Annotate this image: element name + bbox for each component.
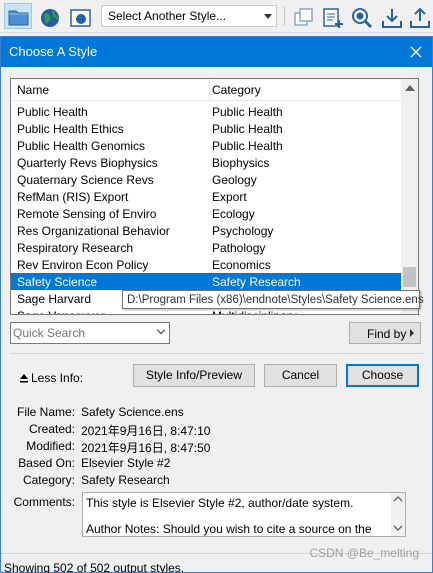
list-item[interactable]: Rev Environ Econ Policy Economics bbox=[11, 256, 402, 273]
style-name: Rev Environ Econ Policy bbox=[17, 258, 149, 272]
file-name-value: Safety Science.ens bbox=[81, 405, 184, 419]
style-name: Quaternary Science Revs bbox=[17, 173, 154, 187]
tooltip-text: D:\Program Files (x86)\endnote\Styles\Sa… bbox=[127, 294, 424, 306]
style-info-preview-button[interactable]: Style Info/Preview bbox=[133, 364, 255, 387]
list-item[interactable]: RefMan (RIS) Export Export bbox=[11, 188, 402, 205]
choose-style-dialog: Choose A Style Name Category Public Heal… bbox=[0, 36, 433, 573]
category-label: Category: bbox=[22, 473, 75, 487]
list-scrollbar[interactable] bbox=[401, 79, 418, 314]
style-category: Psychology bbox=[212, 224, 274, 238]
list-item[interactable]: Quaternary Science Revs Geology bbox=[11, 171, 402, 188]
find-by-button[interactable]: Find by bbox=[349, 322, 421, 344]
modified-label: Modified: bbox=[26, 439, 75, 453]
style-category: Pathology bbox=[212, 241, 266, 255]
download-icon[interactable] bbox=[377, 3, 405, 29]
style-category: Economics bbox=[212, 258, 271, 272]
created-value: 2021年9月16日, 8:47:10 bbox=[81, 424, 211, 438]
web-library-icon[interactable] bbox=[66, 3, 94, 29]
toolbar-divider bbox=[284, 6, 285, 26]
list-item[interactable]: Public Health Genomics Public Health bbox=[11, 137, 402, 154]
find-by-label: Find by bbox=[367, 327, 407, 341]
list-item[interactable]: Public Health Public Health bbox=[11, 103, 402, 120]
new-reference-icon[interactable] bbox=[318, 3, 346, 29]
style-name: RefMan (RIS) Export bbox=[17, 190, 129, 204]
style-rows: Public Health Public Health Public Health … bbox=[11, 103, 402, 314]
style-select[interactable]: Select Another Style... bbox=[101, 5, 277, 27]
quick-search-combo[interactable] bbox=[10, 322, 170, 344]
list-header: Name Category bbox=[11, 79, 402, 101]
comments-box[interactable]: This style is Elsevier Style #2, author/… bbox=[82, 492, 406, 537]
comments-line-1: This style is Elsevier Style #2, author/… bbox=[86, 496, 354, 510]
choose-button[interactable]: Choose bbox=[346, 364, 419, 387]
comments-scrollbar[interactable] bbox=[391, 493, 405, 536]
category-value: Safety Research bbox=[81, 473, 170, 487]
list-item[interactable]: Quarterly Revs Biophysics Biophysics bbox=[11, 154, 402, 171]
status-text: Showing 502 of 502 output styles. bbox=[4, 561, 185, 573]
folder-icon[interactable] bbox=[4, 3, 32, 29]
scrollbar-thumb[interactable] bbox=[403, 267, 416, 287]
list-item[interactable]: Public Health Ethics Public Health bbox=[11, 120, 402, 137]
style-category: Public Health bbox=[212, 122, 283, 136]
style-category: Public Health bbox=[212, 139, 283, 153]
style-name: Safety Science bbox=[17, 275, 98, 289]
style-category: Public Health bbox=[212, 105, 283, 119]
style-name: Quarterly Revs Biophysics bbox=[17, 156, 158, 170]
file-name-label: File Name: bbox=[16, 405, 75, 419]
copy-icon[interactable] bbox=[289, 3, 317, 29]
style-category: Multidisciplinary bbox=[212, 309, 297, 314]
watermark: CSDN @Be_melting bbox=[309, 546, 419, 560]
comments-label: Comments: bbox=[13, 495, 75, 509]
style-name: Sage Harvard bbox=[17, 292, 92, 306]
style-category: Ecology bbox=[212, 207, 255, 221]
globe-icon[interactable] bbox=[35, 3, 63, 29]
style-list[interactable]: Name Category Public Health Public Health… bbox=[10, 78, 419, 315]
style-name: Public Health bbox=[17, 105, 88, 119]
style-name: Public Health Ethics bbox=[17, 122, 124, 136]
quick-search-input[interactable] bbox=[13, 325, 151, 341]
list-item[interactable]: Remote Sensing of Enviro Ecology bbox=[11, 205, 402, 222]
created-label: Created: bbox=[28, 422, 75, 436]
column-header-name[interactable]: Name bbox=[17, 83, 49, 97]
chevron-down-icon[interactable] bbox=[156, 325, 166, 335]
chevron-down-icon bbox=[264, 14, 272, 19]
dialog-title: Choose A Style bbox=[9, 44, 98, 59]
style-name: Res Organizational Behavior bbox=[17, 224, 170, 238]
list-item[interactable]: Respiratory Research Pathology bbox=[11, 239, 402, 256]
style-category: Geology bbox=[212, 173, 257, 187]
style-name: Remote Sensing of Enviro bbox=[17, 207, 157, 221]
scroll-up-icon[interactable] bbox=[405, 85, 415, 91]
style-category: Export bbox=[212, 190, 247, 204]
close-icon[interactable] bbox=[404, 40, 428, 64]
list-item[interactable]: Safety Science Safety Research bbox=[11, 273, 402, 290]
less-info-label: Less Info: bbox=[31, 371, 84, 385]
less-info-toggle[interactable]: Less Info: bbox=[19, 371, 83, 385]
style-info-panel: File Name: Safety Science.ens Created: 2… bbox=[10, 395, 423, 545]
column-divider[interactable] bbox=[209, 79, 210, 101]
path-tooltip: D:\Program Files (x86)\endnote\Styles\Sa… bbox=[122, 290, 424, 309]
style-name: Public Health Genomics bbox=[17, 139, 146, 153]
based-on-label: Based On: bbox=[18, 456, 75, 470]
style-category: Biophysics bbox=[212, 156, 270, 170]
based-on-value: Elsevier Style #2 bbox=[81, 456, 171, 470]
style-name: Sage Vancouver bbox=[17, 309, 105, 314]
cancel-button[interactable]: Cancel bbox=[264, 364, 337, 387]
list-item[interactable]: Res Organizational Behavior Psychology bbox=[11, 222, 402, 239]
divider bbox=[10, 353, 423, 354]
collapse-up-icon bbox=[20, 374, 28, 383]
style-select-value: Select Another Style... bbox=[108, 9, 227, 23]
style-name: Respiratory Research bbox=[17, 241, 134, 255]
comments-line-2: Author Notes: Should you wish to cite a … bbox=[86, 522, 372, 536]
style-category: Safety Research bbox=[212, 275, 301, 289]
toolbar: Select Another Style... bbox=[0, 0, 433, 33]
dialog-titlebar: Choose A Style bbox=[1, 37, 432, 67]
modified-value: 2021年9月16日, 8:47:50 bbox=[81, 441, 211, 455]
upload-icon[interactable] bbox=[405, 3, 433, 29]
chevron-right-icon bbox=[410, 329, 414, 337]
find-icon[interactable] bbox=[347, 3, 375, 29]
column-header-category[interactable]: Category bbox=[212, 83, 261, 97]
